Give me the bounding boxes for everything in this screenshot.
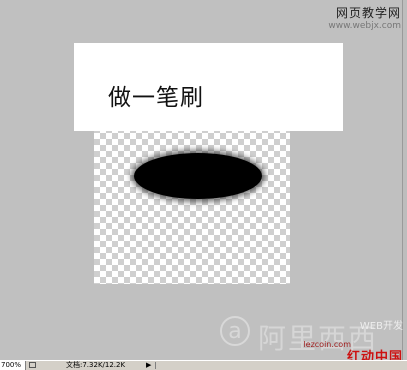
zoom-field[interactable]: 700% <box>0 361 26 370</box>
doc-info: 文档:7.32K/12.2K <box>66 361 126 369</box>
status-menu-arrow-icon[interactable]: ▶ <box>146 361 151 370</box>
watermark-webdev: WEB开发 <box>359 321 403 332</box>
brush-shape <box>134 153 262 199</box>
caption-text: 做一笔刷 <box>108 85 204 111</box>
watermark-top-en: www.webjx.com <box>328 21 401 31</box>
horizontal-scrollbar[interactable] <box>155 362 406 369</box>
watermark-logo-icon: a <box>220 316 250 346</box>
document-icon <box>29 362 36 368</box>
watermark-top-cn: 网页教学网 <box>335 6 401 20</box>
vertical-scrollbar[interactable] <box>402 0 407 360</box>
watermark-site: lezcoin.com <box>303 340 351 349</box>
transparent-canvas[interactable] <box>94 121 290 284</box>
watermark-top: 网页教学网 www.webjx.com <box>328 4 401 31</box>
status-bar: 700% 文档:7.32K/12.2K ▶ <box>0 360 407 370</box>
